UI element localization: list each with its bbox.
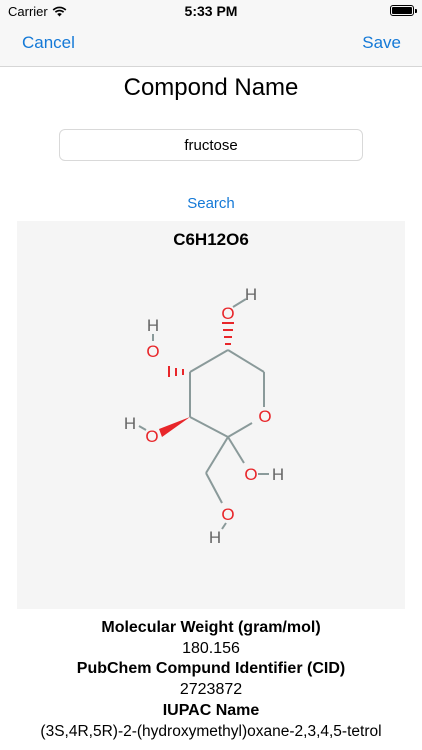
- bond: [205, 472, 223, 504]
- bond: [205, 436, 229, 474]
- page-title: Compond Name: [123, 74, 299, 101]
- oxygen-atom: O: [221, 304, 234, 323]
- save-button[interactable]: Save: [362, 33, 401, 53]
- navigation-bar: Cancel Save: [0, 22, 422, 67]
- battery-icon: [390, 5, 417, 16]
- structure-panel: C6H12O6 O H H O O H O O H O H: [17, 221, 405, 609]
- oxygen-atom: O: [221, 505, 234, 524]
- status-bar: Carrier 5:33 PM: [0, 0, 422, 22]
- molecular-weight-value: 180.156: [182, 640, 240, 657]
- oxygen-atom: O: [244, 465, 257, 484]
- bond: [189, 349, 229, 373]
- hydrogen-atom: H: [272, 465, 284, 484]
- hydrogen-atom: H: [209, 528, 221, 547]
- iupac-name-label: IUPAC Name: [162, 702, 260, 719]
- hashed-bonds: [168, 322, 234, 377]
- compound-name-input[interactable]: [59, 129, 363, 161]
- hydrogen-atom: H: [124, 414, 136, 433]
- search-button[interactable]: Search: [0, 195, 422, 212]
- wedge-bond: [159, 417, 190, 437]
- molecular-weight-label: Molecular Weight (gram/mol): [101, 619, 321, 636]
- bond: [227, 422, 253, 438]
- cancel-button[interactable]: Cancel: [22, 33, 75, 53]
- iupac-name-value: (3S,4R,5R)-2-(hydroxymethyl)oxane-2,3,4,…: [40, 723, 382, 740]
- structure-diagram: O H H O O H O O H O H: [124, 285, 284, 547]
- bond: [189, 416, 229, 438]
- oxygen-atom: O: [146, 342, 159, 361]
- status-time: 5:33 PM: [184, 3, 238, 19]
- hydrogen-atom: H: [147, 316, 159, 335]
- hydrogen-atom: H: [245, 285, 257, 304]
- bond: [227, 436, 245, 464]
- cid-label: PubChem Compund Identifier (CID): [76, 660, 346, 677]
- ring-oxygen-atom: O: [258, 407, 271, 426]
- oxygen-atom: O: [145, 427, 158, 446]
- bond: [227, 349, 265, 373]
- cid-value: 2723872: [179, 681, 243, 698]
